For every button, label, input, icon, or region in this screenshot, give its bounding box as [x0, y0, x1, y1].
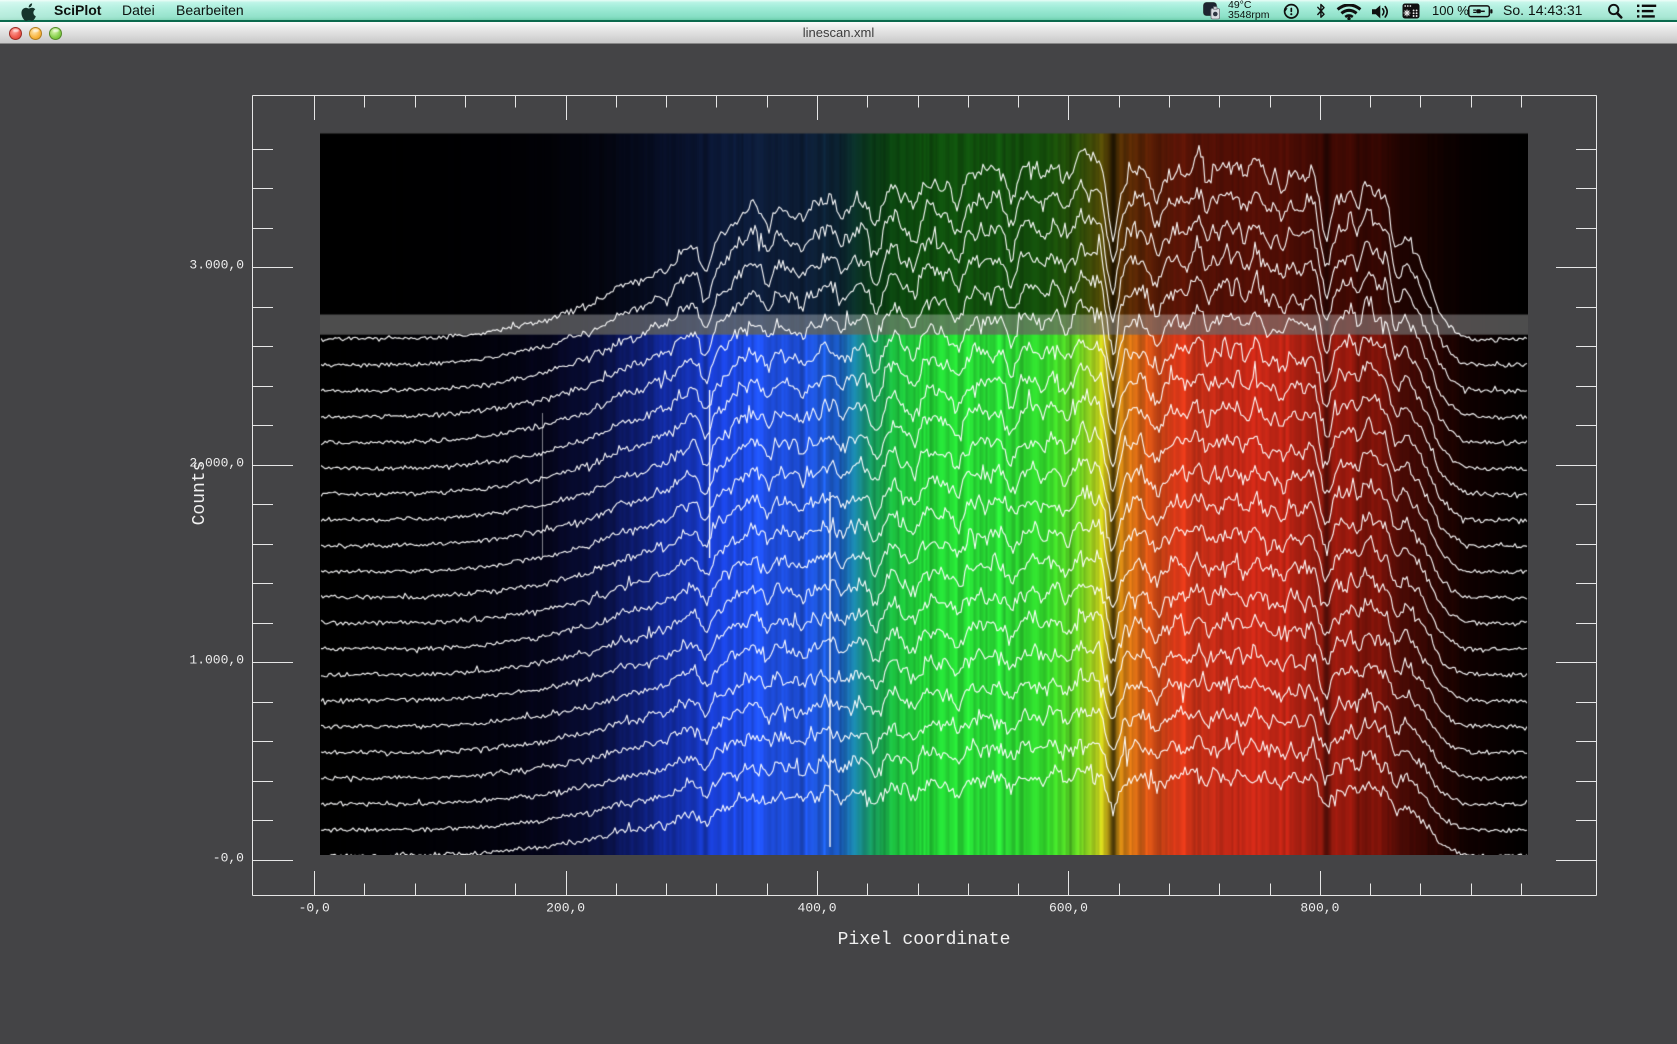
menu-item-bearbeiten[interactable]: Bearbeiten	[176, 0, 244, 20]
zoom-button[interactable]	[49, 27, 62, 40]
plot-area: -0,0200,0400,0600,0800,0-0,01.000,02.000…	[0, 44, 1677, 1044]
bluetooth-icon[interactable]	[1316, 3, 1326, 24]
x-tick-label: -0,0	[299, 901, 330, 916]
x-tick-label: 800,0	[1300, 901, 1339, 916]
volume-icon[interactable]	[1371, 4, 1390, 25]
x-axis-title: Pixel coordinate	[838, 930, 1011, 950]
battery-charging-icon[interactable]	[1468, 5, 1493, 23]
temp-monitor-icon[interactable]	[1203, 2, 1221, 25]
minimize-button[interactable]	[29, 27, 42, 40]
window-title: linescan.xml	[0, 22, 1677, 44]
window-title-bar: linescan.xml	[0, 22, 1677, 44]
y-axis-title: Counts	[190, 461, 210, 526]
y-tick-label: 3.000,0	[189, 258, 244, 273]
menu-bar: SciPlot Datei Bearbeiten 49°C 3548rpm	[0, 0, 1677, 22]
x-tick-label: 400,0	[798, 901, 837, 916]
keyboard-viewer-icon[interactable]	[1402, 3, 1420, 24]
apple-logo-icon[interactable]	[19, 2, 37, 27]
temp-fan-readout[interactable]: 49°C 3548rpm	[1228, 0, 1269, 20]
spotlight-search-icon[interactable]	[1607, 3, 1623, 24]
wifi-icon[interactable]	[1336, 4, 1362, 25]
x-tick-label: 600,0	[1049, 901, 1088, 916]
notification-center-icon[interactable]	[1637, 4, 1657, 24]
y-tick-label: -0,0	[213, 850, 244, 865]
menu-item-datei[interactable]: Datei	[122, 0, 155, 20]
fan-speed-value: 3548rpm	[1228, 10, 1269, 20]
y-tick-label: 1.000,0	[189, 653, 244, 668]
time-machine-icon[interactable]	[1282, 2, 1300, 25]
close-button[interactable]	[9, 27, 22, 40]
menu-clock[interactable]: So. 14:43:31	[1503, 0, 1582, 20]
x-tick-label: 200,0	[546, 901, 585, 916]
menu-app-name[interactable]: SciPlot	[54, 0, 101, 20]
battery-percent: 100 %	[1432, 0, 1469, 20]
spectra-waterfall-canvas[interactable]	[320, 96, 1528, 855]
